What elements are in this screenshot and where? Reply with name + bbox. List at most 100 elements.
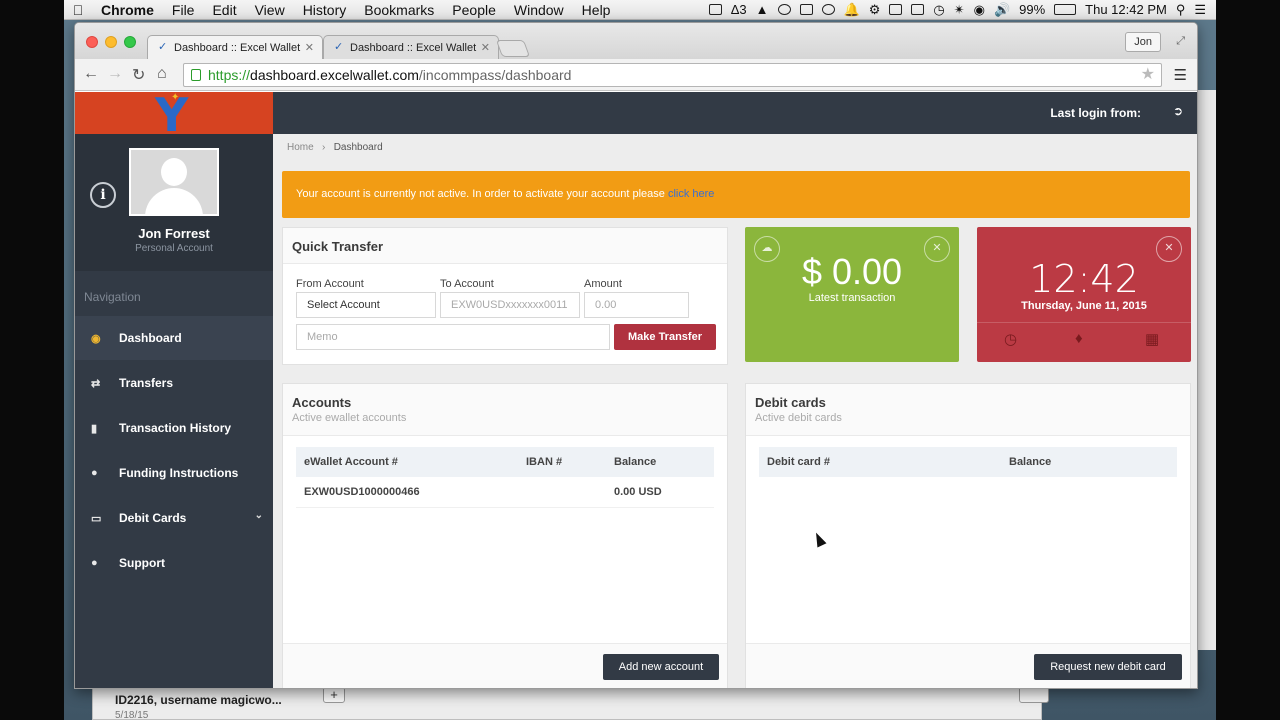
column-header[interactable]: Balance xyxy=(606,447,714,477)
macos-menubar:  Chrome File Edit View History Bookmark… xyxy=(64,0,1216,20)
bluetooth-icon[interactable]: ✴ xyxy=(954,2,965,18)
menu-file[interactable]: File xyxy=(163,2,204,18)
sidebar-item-transaction-history[interactable]: ▮ Transaction History xyxy=(75,406,273,450)
close-tab-icon[interactable]: ✕ xyxy=(481,41,490,54)
table-row[interactable]: EXW0USD1000000466 0.00 USD xyxy=(296,477,714,508)
volume-icon[interactable]: 🔊 xyxy=(994,2,1010,18)
logo[interactable]: Y ✦ xyxy=(75,92,273,134)
close-tab-icon[interactable]: ✕ xyxy=(305,41,314,54)
new-tab-button[interactable] xyxy=(495,40,531,57)
back-icon[interactable]: ← xyxy=(83,65,99,83)
airplay-icon[interactable] xyxy=(889,4,903,15)
logout-icon[interactable]: ➲ xyxy=(1173,104,1183,118)
accounts-panel: Accounts Active ewallet accounts eWallet… xyxy=(282,383,728,688)
menu-app-name[interactable]: Chrome xyxy=(92,2,163,18)
avatar[interactable] xyxy=(129,148,219,216)
to-account-input[interactable]: EXW0USDxxxxxxx0011 xyxy=(440,292,580,318)
menu-window[interactable]: Window xyxy=(505,2,573,18)
menu-view[interactable]: View xyxy=(246,2,294,18)
wifi-icon[interactable]: ◉ xyxy=(974,2,985,18)
avatar-body xyxy=(145,188,203,214)
browser-tab-active[interactable]: ✓ Dashboard :: Excel Wallet ✕ xyxy=(147,35,323,59)
browser-toolbar: ← → ↻ ⌂ https://dashboard.excelwallet.co… xyxy=(75,59,1197,91)
adobe-icon[interactable]: Δ3 xyxy=(731,2,747,17)
amount-input[interactable]: 0.00 xyxy=(584,292,689,318)
transfer-icon: ⇄ xyxy=(91,377,101,390)
column-header[interactable]: Balance xyxy=(1001,447,1177,477)
tab-strip: ✓ Dashboard :: Excel Wallet ✕ ✓ Dashboar… xyxy=(75,23,1197,59)
drive-icon[interactable]: ▲ xyxy=(756,2,769,17)
column-header[interactable]: IBAN # xyxy=(518,447,606,477)
clock-date: Thursday, June 11, 2015 xyxy=(1021,300,1147,312)
close-window-button[interactable] xyxy=(86,36,98,48)
add-icon[interactable]: + xyxy=(323,687,345,703)
check-icon[interactable] xyxy=(821,4,835,15)
time-machine-icon[interactable]: ◷ xyxy=(933,2,944,18)
zoom-window-button[interactable] xyxy=(124,36,136,48)
minimize-window-button[interactable] xyxy=(105,36,117,48)
camera-icon[interactable] xyxy=(708,4,722,15)
settings-icon[interactable]: ⚙ xyxy=(869,2,881,18)
bookmark-star-icon[interactable]: ★ xyxy=(1141,64,1155,86)
menu-history[interactable]: History xyxy=(294,2,356,18)
home-icon[interactable]: ⌂ xyxy=(157,65,167,83)
sidebar-item-funding-instructions[interactable]: ● Funding Instructions xyxy=(75,451,273,495)
spotlight-search-icon[interactable]: ⚲ xyxy=(1176,2,1186,18)
column-header[interactable]: eWallet Account # xyxy=(296,447,518,477)
profile-button[interactable]: Jon xyxy=(1125,32,1161,52)
clock-icon[interactable]: ◷ xyxy=(1004,330,1017,348)
address-bar[interactable]: https://dashboard.excelwallet.com/incomm… xyxy=(183,63,1162,87)
reload-icon[interactable]: ↻ xyxy=(132,65,145,85)
apple-icon[interactable]:  xyxy=(64,2,92,18)
menu-people[interactable]: People xyxy=(443,2,505,18)
fullscreen-icon[interactable]: ⤢ xyxy=(1176,35,1185,48)
sidebar-item-dashboard[interactable]: ◉ Dashboard xyxy=(75,316,273,360)
notification-center-icon[interactable]: ☰ xyxy=(1194,2,1206,18)
sync-icon[interactable] xyxy=(777,4,791,15)
from-account-select[interactable]: Select Account xyxy=(296,292,436,318)
quick-transfer-panel: Quick Transfer From Account To Account A… xyxy=(282,227,728,365)
favicon-icon: ✓ xyxy=(158,41,168,53)
table-header-row: eWallet Account # IBAN # Balance xyxy=(296,447,714,477)
clock-widget: ✕ 12:42 Thursday, June 11, 2015 ◷ ♦ ▦ xyxy=(977,227,1191,362)
background-item-title[interactable]: ID2216, username magicwo... xyxy=(115,693,282,707)
account-balance: 0.00 USD xyxy=(606,477,714,508)
user-type: Personal Account xyxy=(135,243,213,254)
background-item-date: 5/18/15 xyxy=(115,710,149,720)
breadcrumb-current: Dashboard xyxy=(333,142,383,153)
menubar-clock[interactable]: Thu 12:42 PM xyxy=(1085,2,1167,17)
column-header[interactable]: Debit card # xyxy=(759,447,1001,477)
sidebar-item-support[interactable]: ● Support xyxy=(75,541,273,585)
request-debit-card-button[interactable]: Request new debit card xyxy=(1034,654,1182,680)
info-icon[interactable]: i xyxy=(90,182,116,208)
add-new-account-button[interactable]: Add new account xyxy=(603,654,719,680)
activate-link[interactable]: click here xyxy=(668,188,714,200)
battery-icon[interactable] xyxy=(1054,4,1077,15)
breadcrumb-home[interactable]: Home xyxy=(287,142,314,153)
battery-percent[interactable]: 99% xyxy=(1019,2,1045,17)
chrome-menu-icon[interactable]: ☰ xyxy=(1174,66,1187,84)
background-window-edge xyxy=(1196,90,1216,650)
sidebar-item-debit-cards[interactable]: ▭ Debit Cards ⌄ xyxy=(75,496,273,540)
nav-heading: Navigation xyxy=(84,290,141,304)
menu-help[interactable]: Help xyxy=(573,2,620,18)
evernote-icon[interactable] xyxy=(799,4,813,15)
calendar-icon[interactable]: ▦ xyxy=(1145,330,1159,348)
sidebar: Y ✦ i Jon Forrest Personal Account Navig… xyxy=(75,92,273,688)
user-profile: i Jon Forrest Personal Account xyxy=(75,134,273,271)
sidebar-item-transfers[interactable]: ⇄ Transfers xyxy=(75,361,273,405)
screen-icon[interactable] xyxy=(911,4,925,15)
debit-cards-title: Debit cards xyxy=(755,395,826,410)
forward-icon[interactable]: → xyxy=(107,65,123,83)
browser-tab[interactable]: ✓ Dashboard :: Excel Wallet ✕ xyxy=(323,35,499,59)
memo-input[interactable]: Memo xyxy=(296,324,610,350)
menu-edit[interactable]: Edit xyxy=(203,2,245,18)
menu-bookmarks[interactable]: Bookmarks xyxy=(355,2,443,18)
bell-icon[interactable]: ♦ xyxy=(1075,330,1083,347)
notification-bell-icon[interactable]: 🔔 xyxy=(844,2,860,18)
alert-text: Your account is currently not active. In… xyxy=(296,188,668,200)
chat-icon: ● xyxy=(91,557,98,569)
latest-amount: $ 0.00 xyxy=(801,251,903,292)
user-name: Jon Forrest xyxy=(138,226,210,241)
make-transfer-button[interactable]: Make Transfer xyxy=(614,324,716,350)
